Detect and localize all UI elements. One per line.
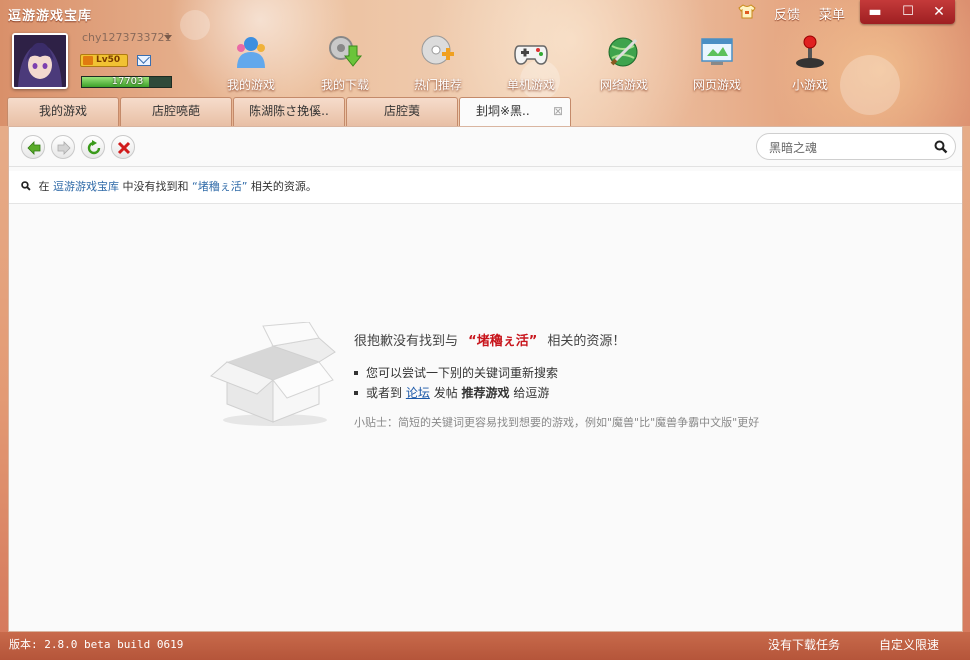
level-label: Lv50 <box>96 55 121 65</box>
crown-icon <box>83 56 93 65</box>
result-keyword: “堵穭ぇ活” <box>192 180 248 193</box>
username[interactable]: chy1273733721 <box>82 31 172 44</box>
search-input[interactable] <box>769 139 929 155</box>
result-mid: 中没有找到和 <box>122 180 189 193</box>
suggestion-suffix: 给逗游 <box>513 386 550 400</box>
web-screen-icon <box>701 38 733 65</box>
back-button[interactable] <box>21 135 45 159</box>
exp-value: 17703 <box>111 76 144 87</box>
search-tip: 小贴士：简短的关键词更容易找到想要的游戏，例如"魔兽"比"魔兽争霸中文版"更好 <box>354 416 760 429</box>
decor-bubble <box>180 10 210 40</box>
gamepad-icon <box>514 45 548 65</box>
app-title: 逗游游戏宝库 <box>8 9 93 24</box>
no-result-message: 很抱歉没有找到与 “堵穭ぇ活” 相关的资源！ <box>354 330 625 349</box>
stop-x-icon <box>117 141 131 155</box>
search-box <box>756 133 956 160</box>
nav-single-games[interactable]: 单机游戏 <box>491 34 571 96</box>
message-keyword: “堵穭ぇ活” <box>468 334 538 349</box>
arrow-left-icon <box>27 141 41 155</box>
nav-label: 我的游戏 <box>226 78 275 92</box>
window-controls: ▬ ☐ ✕ <box>860 0 955 24</box>
menu-link[interactable]: 菜单 <box>819 4 845 23</box>
refresh-icon <box>87 140 101 155</box>
level-badge: Lv50 <box>80 54 128 67</box>
tab-label: 我的游戏 <box>38 104 87 118</box>
tab-label: 店腔荑 <box>383 104 420 118</box>
nav-mini-games[interactable]: 小游戏 <box>770 34 850 96</box>
nav-hot-recommend[interactable]: 热门推荐 <box>398 34 478 96</box>
nav-web-games[interactable]: 网页游戏 <box>677 34 757 96</box>
suggestion-forum: 或者到 论坛 发帖 推荐游戏 给逗游 <box>354 384 549 401</box>
tab-my-games[interactable]: 我的游戏 <box>7 97 119 126</box>
avatar[interactable] <box>12 33 68 89</box>
speed-limit-link[interactable]: 自定义限速 <box>879 632 939 658</box>
nav-my-games[interactable]: 我的游戏 <box>211 34 291 96</box>
empty-box-icon <box>210 322 336 426</box>
forward-button[interactable] <box>51 135 75 159</box>
arrow-right-icon <box>57 141 71 155</box>
suggestion-text: 您可以尝试一下别的关键词重新搜索 <box>366 366 559 380</box>
joystick-icon <box>796 35 824 68</box>
toolbar <box>9 127 962 167</box>
download-tasks-link[interactable]: 没有下载任务 <box>768 632 840 658</box>
nav-label: 网络游戏 <box>599 78 648 92</box>
tab-label: 店腔喨葩 <box>151 104 200 118</box>
tab-label: 陈湖陈さ挽傒.. <box>249 104 329 118</box>
disc-plus-icon <box>421 35 454 65</box>
mail-icon[interactable] <box>137 55 151 66</box>
tab-label: 刲垌※黑.. <box>476 104 530 118</box>
close-button[interactable]: ✕ <box>928 3 950 21</box>
nav-label: 小游戏 <box>791 78 828 92</box>
nav-label: 我的下载 <box>320 78 369 92</box>
chevron-down-icon[interactable] <box>164 35 172 40</box>
tab-search-2[interactable]: 店腔喨葩 <box>120 97 232 126</box>
version-text: 版本: 2.8.0 beta build 0619 <box>9 638 184 651</box>
search-icon <box>21 181 31 191</box>
status-bar: 版本: 2.8.0 beta build 0619 没有下载任务 自定义限速 <box>0 632 970 660</box>
minimize-button[interactable]: ▬ <box>864 3 886 21</box>
nav-my-downloads[interactable]: 我的下载 <box>305 34 385 96</box>
main-content: 在 逗游游戏宝库 中没有找到和 “堵穭ぇ活” 相关的资源。 很抱歉没有找到与 “… <box>8 126 963 632</box>
feedback-link[interactable]: 反馈 <box>774 4 800 23</box>
avatar-image <box>14 35 66 87</box>
recommend-games-link[interactable]: 推荐游戏 <box>462 386 510 400</box>
nav-online-games[interactable]: 网络游戏 <box>584 34 664 96</box>
search-icon[interactable] <box>934 140 948 154</box>
message-suffix: 相关的资源！ <box>547 334 626 349</box>
exp-bar: 17703 <box>81 76 172 88</box>
result-prefix: 在 <box>38 180 50 193</box>
bullet-dot <box>354 390 358 395</box>
skin-shirt-icon[interactable] <box>738 4 756 19</box>
tab-search-active[interactable]: 刲垌※黑.. ⊠ <box>459 97 571 127</box>
close-icon[interactable]: ⊠ <box>553 98 563 125</box>
tab-search-4[interactable]: 店腔荑 <box>346 97 458 126</box>
tab-search-3[interactable]: 陈湖陈さ挽傒.. <box>233 97 345 126</box>
forum-link[interactable]: 论坛 <box>406 386 430 400</box>
refresh-button[interactable] <box>81 135 105 159</box>
nav-label: 单机游戏 <box>506 78 555 92</box>
suggestion-mid: 发帖 <box>433 386 458 400</box>
result-app-name: 逗游游戏宝库 <box>53 180 119 193</box>
globe-sword-icon <box>608 37 638 67</box>
maximize-button[interactable]: ☐ <box>897 3 919 21</box>
app-window: 逗游游戏宝库 反馈 菜单 ▬ ☐ ✕ chy1273733721 Lv50 17… <box>0 0 970 660</box>
result-summary-bar: 在 逗游游戏宝库 中没有找到和 “堵穭ぇ活” 相关的资源。 <box>9 171 962 204</box>
download-gear-icon <box>329 36 363 67</box>
suggestion-retry: 您可以尝试一下别的关键词重新搜索 <box>354 364 558 381</box>
user-group-icon <box>237 37 265 68</box>
stop-button[interactable] <box>111 135 135 159</box>
suggestion-prefix: 或者到 <box>366 386 403 400</box>
nav-label: 热门推荐 <box>413 78 462 92</box>
bullet-dot <box>354 370 358 375</box>
result-suffix: 相关的资源。 <box>250 180 317 193</box>
message-prefix: 很抱歉没有找到与 <box>354 334 459 349</box>
nav-label: 网页游戏 <box>692 78 741 92</box>
